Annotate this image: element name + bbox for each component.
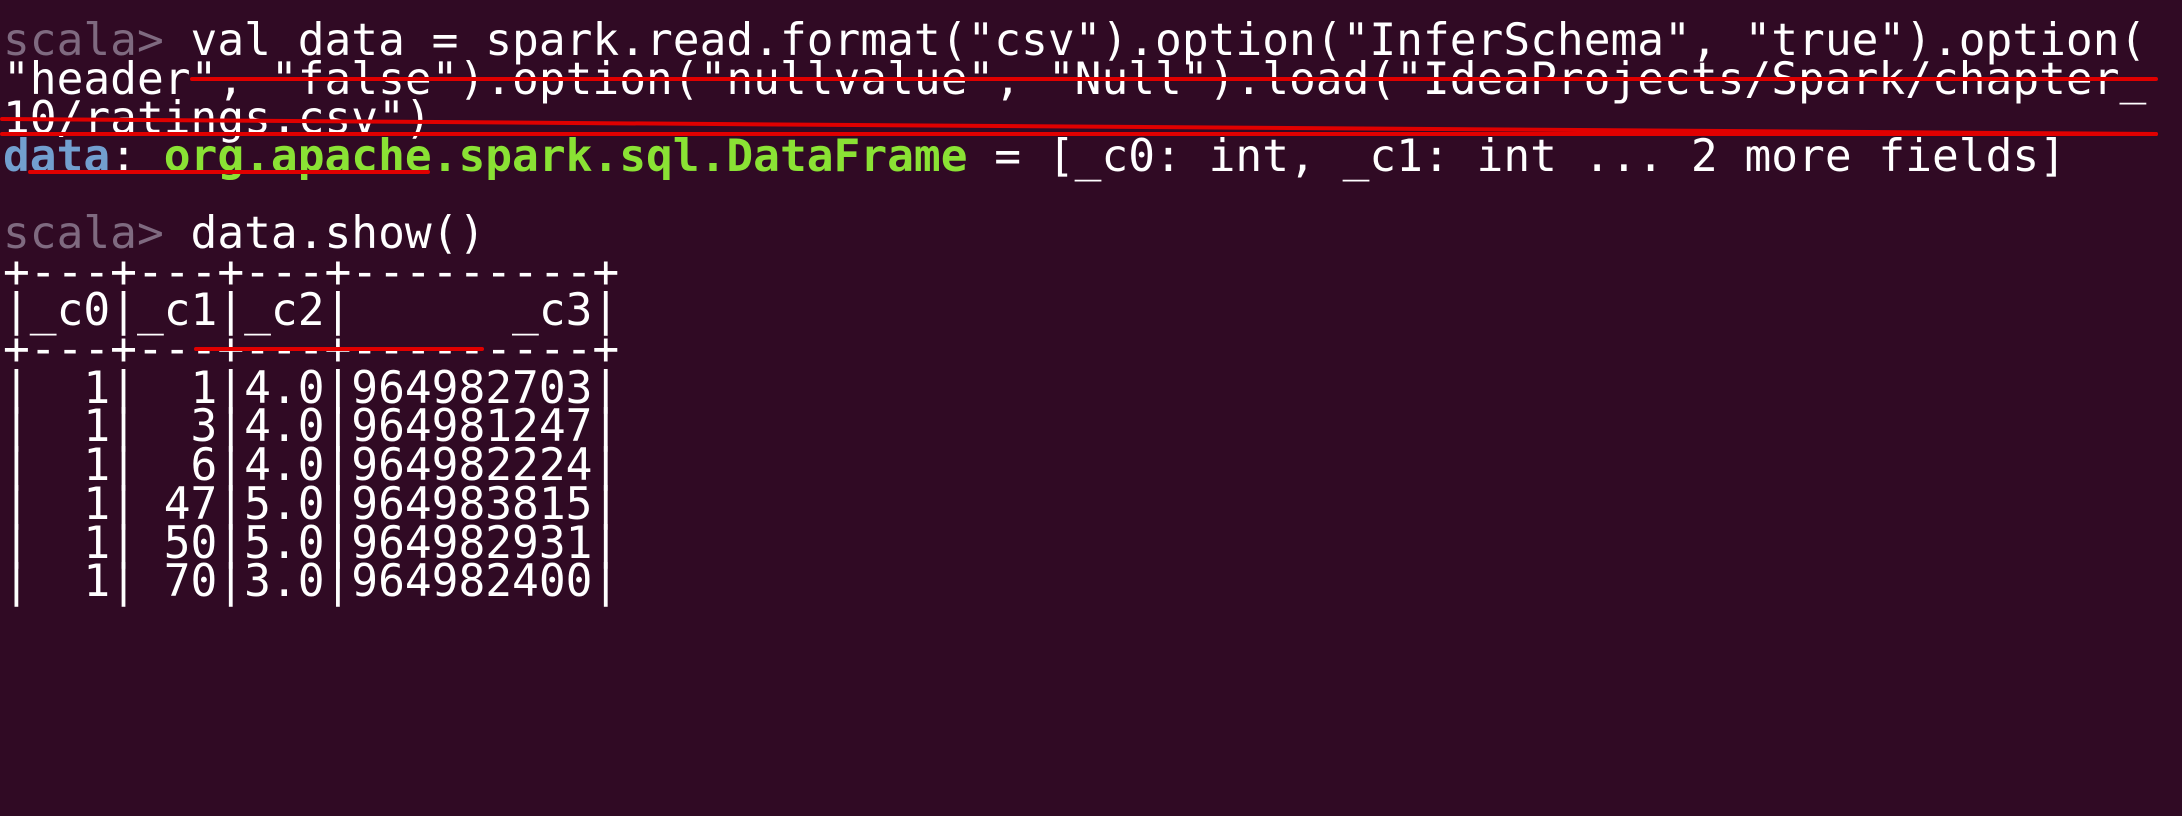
result-type: org.apache.spark.sql.DataFrame (163, 131, 968, 182)
annotation-underline (0, 132, 2158, 136)
result-variable: data (3, 131, 111, 182)
result-line: data: org.apache.spark.sql.DataFrame = [… (3, 130, 2066, 184)
table-row: | 1| 70|3.0|964982400| (3, 556, 620, 607)
annotation-underline (190, 77, 2158, 81)
terminal-window[interactable]: scala> val data = spark.read.format("csv… (0, 0, 2182, 816)
result-schema: = [_c0: int, _c1: int ... 2 more fields] (967, 131, 2066, 182)
annotation-underline (28, 170, 430, 174)
annotation-underline (194, 347, 484, 351)
result-colon: : (110, 131, 164, 182)
